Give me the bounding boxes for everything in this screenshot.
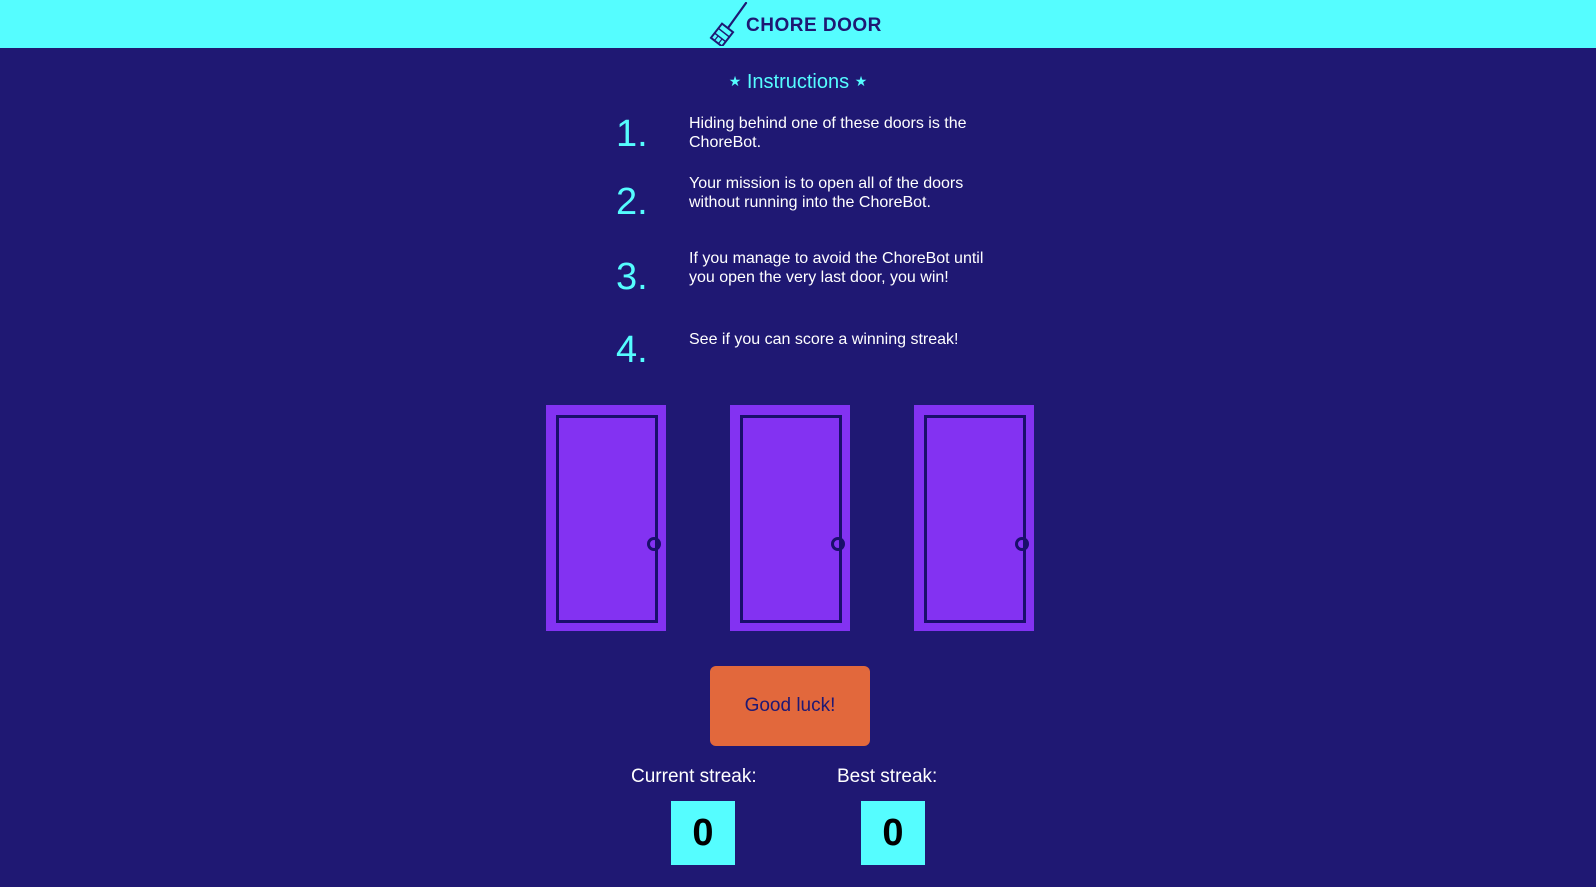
best-streak-value: 0: [861, 801, 925, 865]
step-number: 1.: [616, 113, 648, 155]
broom-icon: [709, 2, 748, 46]
step-text: Your mission is to open all of the doors…: [689, 175, 964, 211]
start-button[interactable]: Good luck!: [710, 666, 870, 746]
step-number: 3.: [616, 256, 648, 298]
step-number: 2.: [616, 181, 648, 223]
door-knob-icon: [1015, 537, 1029, 551]
door-panel: [924, 415, 1029, 623]
current-streak-value: 0: [671, 801, 735, 865]
app-title: CHORE DOOR: [746, 15, 882, 36]
current-streak-label: Current streak:: [631, 766, 757, 787]
step-number: 4.: [616, 329, 648, 371]
door-knob-icon: [647, 537, 661, 551]
star-icon: ★: [854, 73, 868, 89]
step-text: See if you can score a winning streak!: [689, 331, 959, 348]
step-text: If you manage to avoid the ChoreBot unti…: [689, 250, 984, 286]
best-streak-label: Best streak:: [837, 766, 938, 787]
step-text: Hiding behind one of these doors is the …: [689, 115, 967, 151]
instructions-title: Instructions: [746, 71, 850, 93]
star-icon: ★: [728, 73, 742, 89]
header-bar: CHORE DOOR: [0, 0, 1596, 48]
door-2[interactable]: [730, 405, 850, 631]
door-3[interactable]: [914, 405, 1034, 631]
logo: CHORE DOOR: [708, 0, 882, 48]
door-1[interactable]: [546, 405, 666, 631]
door-knob-icon: [831, 537, 845, 551]
door-panel: [740, 415, 845, 623]
instructions-heading: ★ Instructions ★: [0, 71, 1596, 94]
door-panel: [556, 415, 661, 623]
